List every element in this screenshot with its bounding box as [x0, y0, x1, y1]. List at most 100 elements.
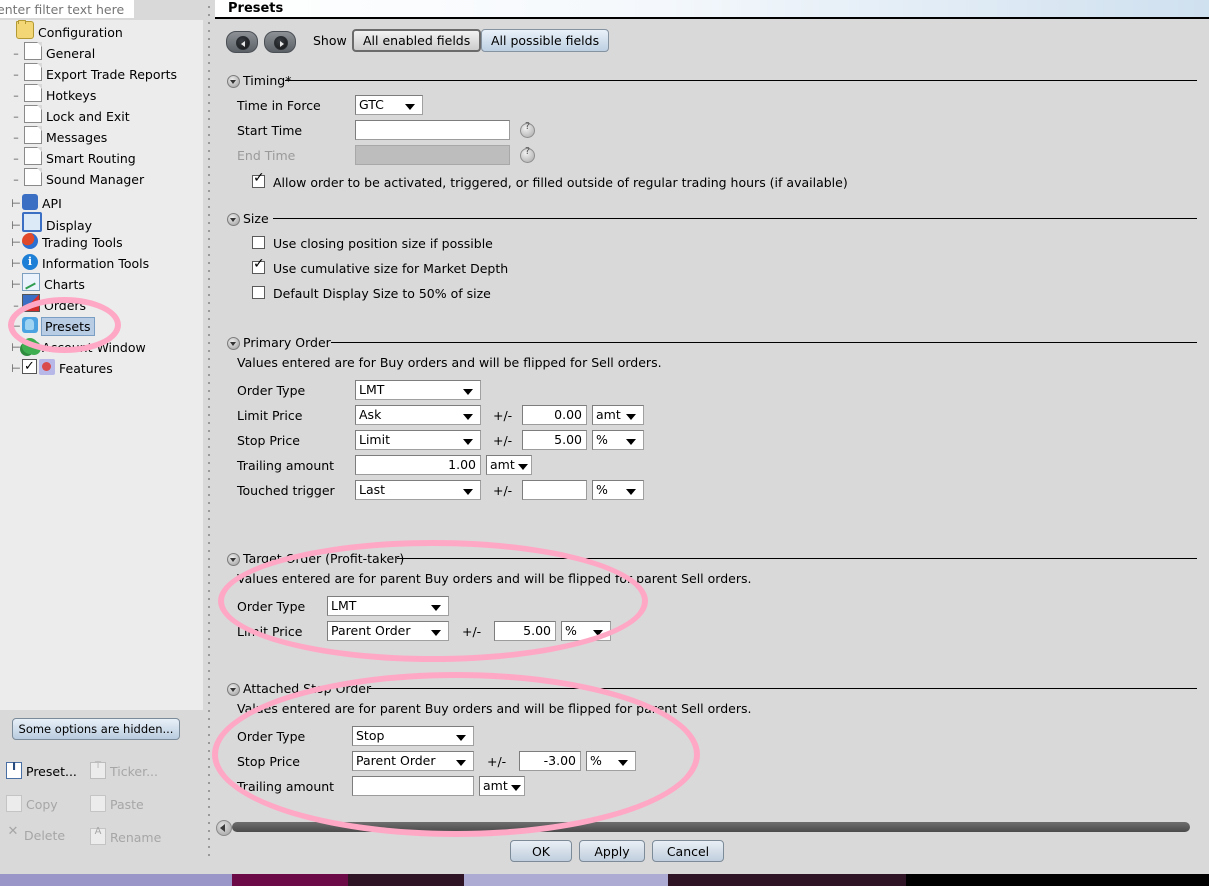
tree-expand-handle[interactable]: ⊢	[10, 253, 22, 274]
paste-action[interactable]: Paste	[90, 795, 144, 812]
configuration-tree[interactable]: Configuration – General – Export Trade Repor…	[0, 20, 203, 710]
back-button[interactable]	[226, 31, 258, 53]
filter-input-wrapper[interactable]	[0, 0, 134, 18]
sidebar-item-orders[interactable]: – Orders	[0, 294, 203, 315]
timing-section-header[interactable]: Timing*	[227, 73, 291, 88]
scrollbar-thumb[interactable]	[232, 822, 1190, 832]
primary-order-section-header[interactable]: Primary Order	[227, 335, 331, 350]
tree-expand-handle[interactable]: ⊢	[10, 232, 22, 253]
target-limit-price-unit-select[interactable]: %	[561, 621, 611, 641]
primary-order-type-select[interactable]: LMT	[355, 380, 481, 400]
tree-expand-handle[interactable]: –	[10, 85, 22, 106]
copy-action[interactable]: Copy	[6, 795, 58, 812]
scroll-left-button[interactable]	[216, 820, 232, 836]
use-closing-position-row[interactable]: Use closing position size if possible	[237, 233, 837, 255]
collapse-toggle-icon[interactable]	[227, 683, 240, 696]
tree-expand-handle[interactable]: –	[10, 169, 22, 190]
primary-stop-price-amount[interactable]: 5.00	[522, 430, 587, 450]
features-checkbox[interactable]	[22, 356, 37, 377]
primary-trailing-amount-input[interactable]: 1.00	[355, 455, 481, 475]
collapse-toggle-icon[interactable]	[227, 337, 240, 350]
allow-outside-rth-checkbox[interactable]	[252, 171, 265, 188]
all-possible-fields-button[interactable]: All possible fields	[481, 29, 610, 52]
primary-limit-price-unit-select[interactable]: amt	[592, 405, 644, 425]
attached-trailing-amount-unit-select[interactable]: amt	[479, 776, 525, 796]
time-in-force-select[interactable]: GTC	[355, 95, 423, 115]
default-display-size-checkbox[interactable]	[252, 286, 265, 299]
tree-expand-handle[interactable]: –	[10, 148, 22, 169]
target-limit-price-select[interactable]: Parent Order	[327, 621, 449, 641]
sidebar-item-information-tools[interactable]: ⊢ Information Tools	[0, 251, 203, 274]
sidebar-item-general[interactable]: – General	[0, 42, 203, 63]
preset-action[interactable]: Preset...	[6, 760, 77, 779]
sidebar-item-api[interactable]: ⊢ API	[0, 189, 203, 211]
delete-action[interactable]: Delete	[6, 824, 65, 843]
sidebar-item-trading-tools[interactable]: ⊢ Trading Tools	[0, 231, 203, 252]
start-time-input[interactable]	[355, 120, 510, 140]
forward-button[interactable]	[264, 31, 296, 53]
collapse-toggle-icon[interactable]	[227, 213, 240, 226]
tree-expand-handle[interactable]: –	[10, 64, 22, 85]
use-closing-position-checkbox[interactable]	[252, 236, 265, 249]
allow-outside-rth-row[interactable]: Allow order to be activated, triggered, …	[237, 171, 1137, 194]
attached-stop-price-amount[interactable]: -3.00	[519, 751, 581, 771]
primary-touched-trigger-select[interactable]: Last	[355, 480, 481, 500]
sidebar-item-account-window[interactable]: ⊢ Account Window	[0, 336, 203, 357]
target-limit-price-amount[interactable]: 5.00	[494, 621, 556, 641]
sidebar-item-lock-and-exit[interactable]: – Lock and Exit	[0, 105, 203, 126]
use-cumulative-size-checkbox[interactable]	[252, 257, 265, 274]
sidebar-item-smart-routing[interactable]: – Smart Routing	[0, 147, 203, 168]
start-time-row: Start Time	[237, 120, 837, 142]
sidebar-item-features[interactable]: ⊢ Features	[0, 356, 203, 379]
filter-input[interactable]	[0, 1, 133, 17]
tree-expand-handle[interactable]: –	[10, 295, 22, 316]
tree-expand-handle[interactable]: ⊢	[10, 358, 22, 379]
rename-action[interactable]: Rename	[90, 826, 161, 845]
panel-splitter[interactable]	[203, 0, 215, 868]
primary-stop-price-unit-select[interactable]: %	[592, 430, 644, 450]
sidebar-item-display[interactable]: ⊢ Display	[0, 210, 203, 233]
apply-button[interactable]: Apply	[579, 840, 645, 862]
horizontal-scrollbar[interactable]	[216, 820, 1194, 836]
primary-limit-price-select[interactable]: Ask	[355, 405, 481, 425]
target-order-type-select[interactable]: LMT	[327, 596, 449, 616]
ticker-action[interactable]: Ticker...	[90, 760, 158, 779]
primary-touched-trigger-unit-select[interactable]: %	[592, 480, 644, 500]
attached-stop-price-unit-select[interactable]: %	[586, 751, 636, 771]
sidebar-item-charts[interactable]: ⊢ Charts	[0, 273, 203, 294]
sidebar-item-sound-manager[interactable]: – Sound Manager	[0, 168, 203, 189]
sidebar-item-configuration[interactable]: Configuration	[0, 20, 203, 42]
size-section-header[interactable]: Size	[227, 211, 269, 226]
attached-stop-price-select[interactable]: Parent Order	[352, 751, 474, 771]
start-time-help-icon[interactable]	[520, 121, 535, 138]
some-options-hidden-button[interactable]: Some options are hidden...	[12, 718, 180, 740]
sidebar-item-hotkeys[interactable]: – Hotkeys	[0, 84, 203, 105]
ok-button[interactable]: OK	[510, 840, 572, 862]
all-enabled-fields-button[interactable]: All enabled fields	[352, 29, 482, 52]
sidebar-item-presets[interactable]: ⊢ Presets	[0, 315, 203, 336]
use-cumulative-size-row[interactable]: Use cumulative size for Market Depth	[237, 257, 837, 280]
cancel-button[interactable]: Cancel	[652, 840, 724, 862]
primary-limit-price-amount[interactable]: 0.00	[522, 405, 587, 425]
target-order-section-header[interactable]: Target Order (Profit-taker)	[227, 551, 404, 566]
collapse-toggle-icon[interactable]	[227, 75, 240, 88]
default-display-size-row[interactable]: Default Display Size to 50% of size	[237, 283, 837, 305]
tree-expand-handle[interactable]: ⊢	[10, 274, 22, 295]
tree-expand-handle[interactable]: ⊢	[10, 316, 22, 337]
sidebar-item-messages[interactable]: – Messages	[0, 126, 203, 147]
tree-expand-handle[interactable]: ⊢	[10, 337, 22, 358]
tree-expand-handle[interactable]: –	[10, 127, 22, 148]
size-section-title: Size	[243, 211, 269, 226]
tree-expand-handle[interactable]: –	[10, 106, 22, 127]
attached-stop-order-section-header[interactable]: Attached Stop Order	[227, 681, 371, 696]
collapse-toggle-icon[interactable]	[227, 553, 240, 566]
sidebar-item-export-trade-reports[interactable]: – Export Trade Reports	[0, 63, 203, 84]
primary-trailing-amount-unit-select[interactable]: amt	[486, 455, 532, 475]
primary-touched-trigger-amount[interactable]	[522, 480, 587, 500]
tree-expand-handle[interactable]: –	[10, 43, 22, 64]
attached-order-type-select[interactable]: Stop	[352, 726, 474, 746]
charts-icon	[22, 273, 40, 291]
attached-trailing-amount-input[interactable]	[352, 776, 474, 796]
primary-stop-price-select[interactable]: Limit	[355, 430, 481, 450]
end-time-help-icon[interactable]	[520, 146, 535, 163]
